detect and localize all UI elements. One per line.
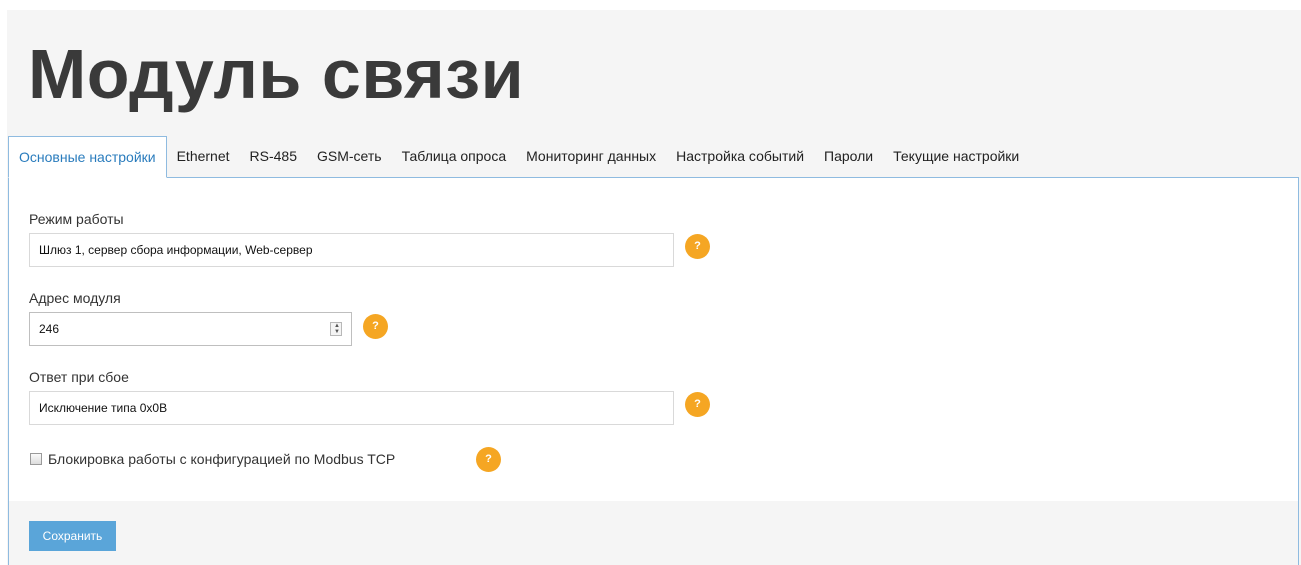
tab-event-settings[interactable]: Настройка событий	[666, 136, 814, 177]
modbus-lock-label[interactable]: Блокировка работы с конфигурацией по Mod…	[48, 451, 395, 467]
fault-response-select[interactable]: Исключение типа 0x0B	[29, 391, 674, 425]
address-help-icon[interactable]: ?	[363, 314, 388, 339]
fault-response-label: Ответ при сбое	[29, 369, 129, 385]
tab-rs485[interactable]: RS-485	[240, 136, 307, 177]
tab-polling-table[interactable]: Таблица опроса	[392, 136, 517, 177]
fault-response-help-icon[interactable]: ?	[685, 392, 710, 417]
address-label: Адрес модуля	[29, 290, 121, 306]
mode-select[interactable]: Шлюз 1, сервер сбора информации, Web-сер…	[29, 233, 674, 267]
tab-basic-settings[interactable]: Основные настройки	[8, 136, 167, 178]
modbus-lock-checkbox[interactable]	[30, 453, 42, 465]
address-value: 246	[39, 322, 60, 336]
stepper-down-icon[interactable]: ▼	[334, 329, 340, 335]
tab-passwords[interactable]: Пароли	[814, 136, 883, 177]
form-footer: Сохранить	[9, 501, 1298, 565]
mode-help-icon[interactable]: ?	[685, 234, 710, 259]
tab-current-settings[interactable]: Текущие настройки	[883, 136, 1029, 177]
tab-gsm-network[interactable]: GSM-сеть	[307, 136, 392, 177]
mode-label: Режим работы	[29, 211, 124, 227]
tab-bar: Основные настройки Ethernet RS-485 GSM-с…	[8, 136, 1029, 178]
modbus-lock-help-icon[interactable]: ?	[476, 447, 501, 472]
settings-panel: Режим работы Шлюз 1, сервер сбора информ…	[8, 177, 1299, 565]
address-stepper[interactable]: ▲ ▼	[330, 322, 342, 336]
tab-data-monitoring[interactable]: Мониторинг данных	[516, 136, 666, 177]
tab-ethernet[interactable]: Ethernet	[167, 136, 240, 177]
save-button[interactable]: Сохранить	[29, 521, 116, 551]
address-input[interactable]: 246 ▲ ▼	[29, 312, 352, 346]
page-title: Модуль связи	[28, 35, 525, 113]
